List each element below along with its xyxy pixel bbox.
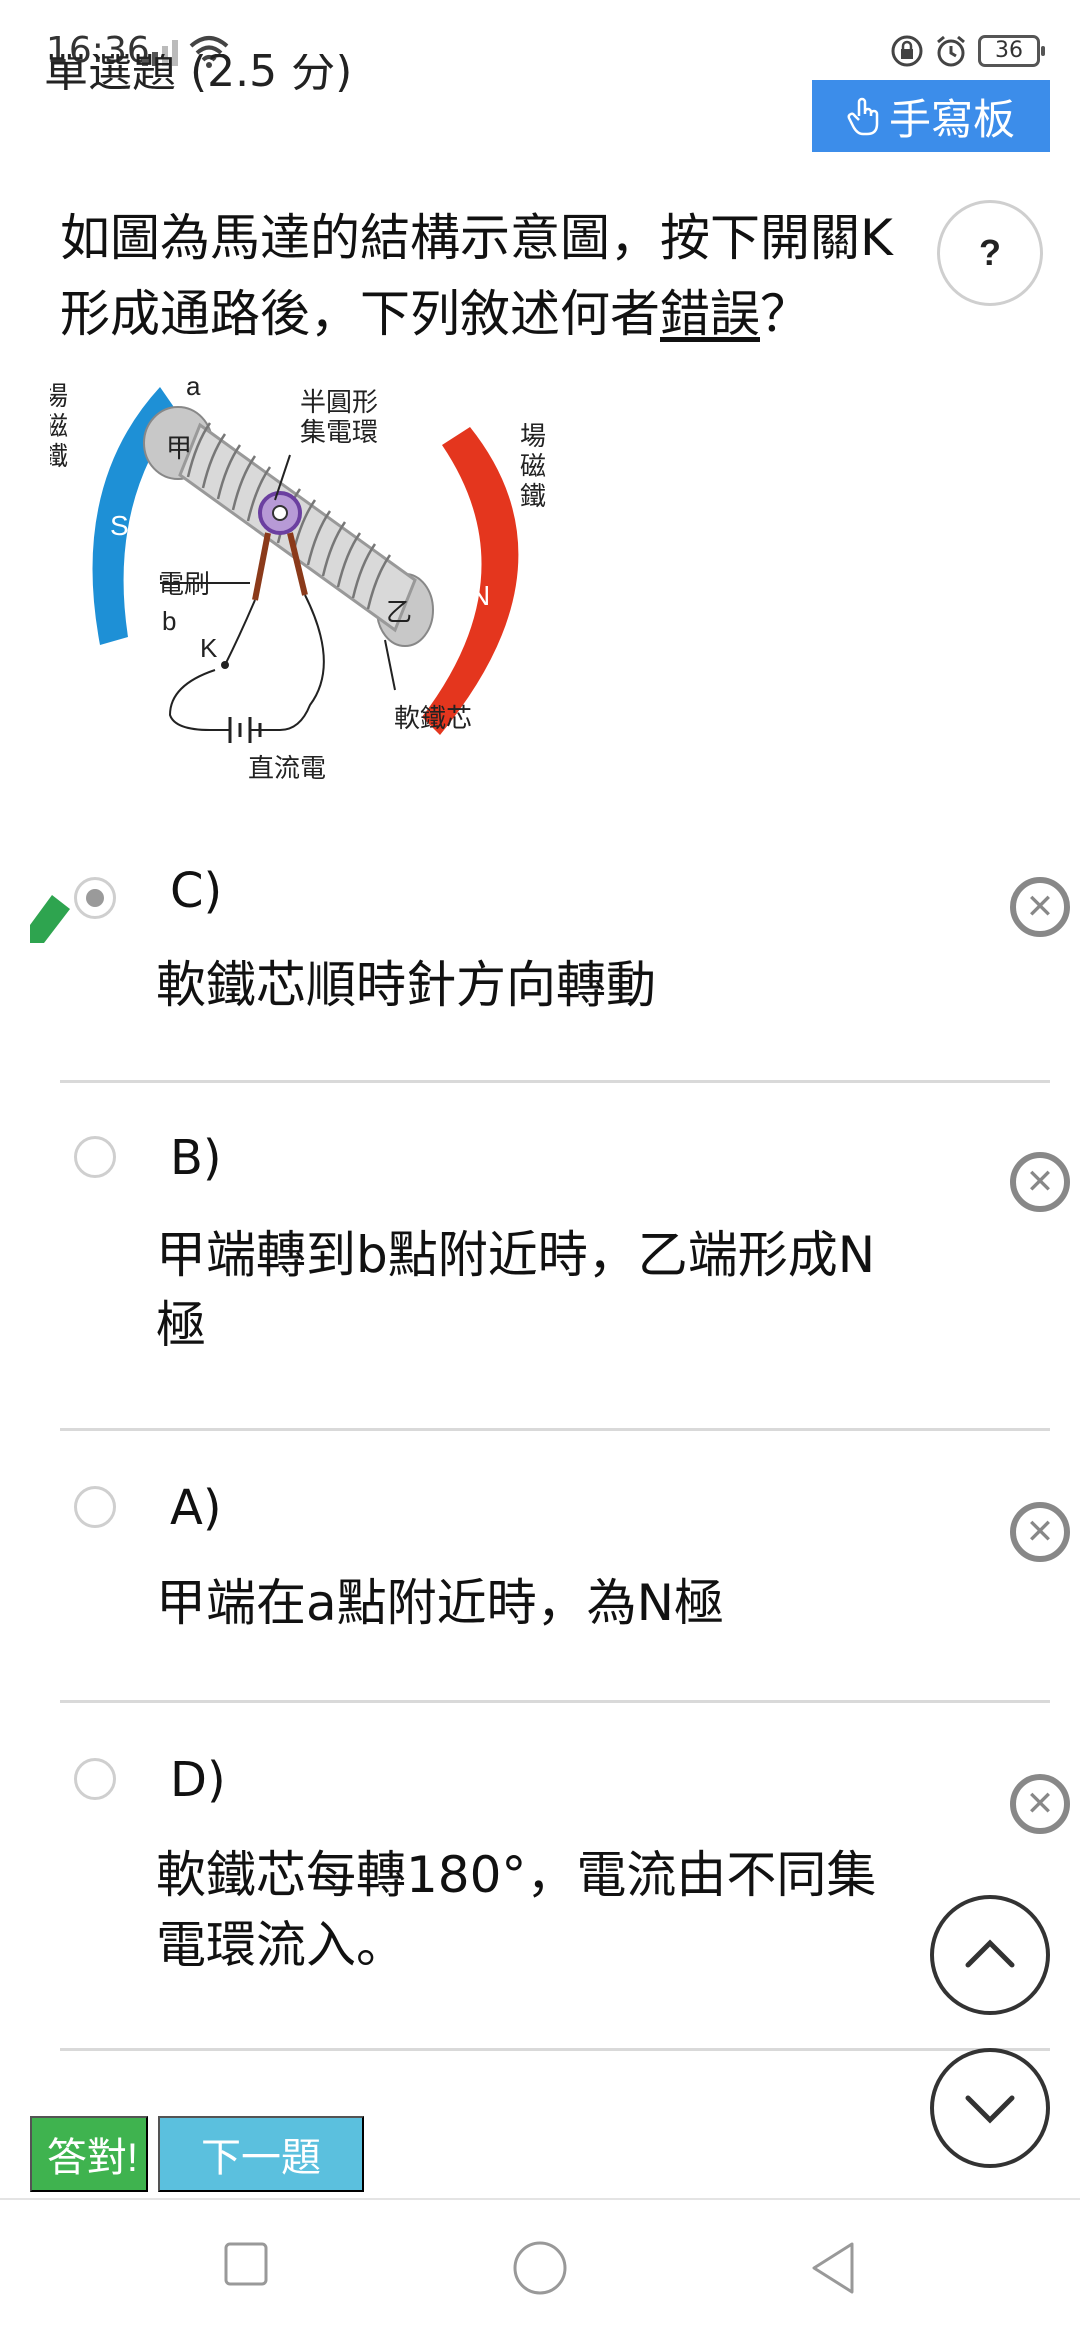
option-c-radio[interactable] bbox=[74, 877, 116, 919]
core-label: 軟鐵芯 bbox=[394, 703, 472, 733]
left-magnet-label-2: 磁 bbox=[50, 411, 68, 441]
status-icons: 36 bbox=[890, 34, 1045, 68]
question-text-underlined: 錯誤 bbox=[660, 285, 760, 343]
divider bbox=[60, 1700, 1050, 1703]
option-d[interactable]: D) 軟鐵芯每轉180°，電流由不同集電環流入。 ✕ bbox=[60, 1752, 1070, 2042]
brush-label: 電刷 bbox=[158, 569, 210, 599]
left-pole-label: S bbox=[110, 510, 129, 541]
option-d-remove-icon[interactable]: ✕ bbox=[1010, 1774, 1070, 1834]
right-magnet-label-3: 鐵 bbox=[520, 481, 546, 511]
divider bbox=[60, 2048, 1050, 2051]
question-text: 如圖為馬達的結構示意圖，按下開關K形成通路後，下列敘述何者錯誤？ bbox=[60, 200, 920, 352]
option-a-text: 甲端在a點附近時，為N極 bbox=[156, 1574, 725, 1632]
option-c-letter: C) bbox=[170, 863, 223, 919]
end-jia-label: 甲 bbox=[166, 433, 192, 463]
option-b[interactable]: B) 甲端轉到b點附近時，乙端形成N極 ✕ bbox=[60, 1130, 1070, 1430]
divider bbox=[60, 1428, 1050, 1431]
question-type-label: 單選題 (2.5 分) bbox=[44, 54, 353, 97]
option-b-letter: B) bbox=[170, 1130, 222, 1186]
alarm-icon bbox=[937, 35, 965, 67]
option-c-remove-icon[interactable]: ✕ bbox=[1010, 877, 1070, 937]
chevron-up-icon bbox=[965, 1939, 1015, 1968]
option-b-remove-icon[interactable]: ✕ bbox=[1010, 1152, 1070, 1212]
chevron-down-icon bbox=[965, 2095, 1015, 2124]
option-a[interactable]: A) 甲端在a點附近時，為N極 ✕ bbox=[60, 1480, 1070, 1700]
left-magnet-label-3: 鐵 bbox=[50, 441, 68, 471]
recent-apps-icon[interactable] bbox=[222, 2240, 270, 2288]
option-c-text: 軟鐵芯順時針方向轉動 bbox=[156, 956, 656, 1014]
navigation-bar bbox=[0, 2198, 1080, 2340]
scroll-up-button[interactable] bbox=[930, 1895, 1050, 2015]
commutator-label-2: 集電環 bbox=[300, 417, 378, 447]
hand-pointer-icon bbox=[847, 97, 879, 136]
point-a-label: a bbox=[186, 371, 201, 401]
dc-label: 直流電 bbox=[248, 753, 326, 783]
scroll-down-button[interactable] bbox=[930, 2048, 1050, 2168]
right-magnet-label-2: 磁 bbox=[520, 451, 546, 481]
option-a-letter: A) bbox=[170, 1480, 222, 1536]
option-b-text: 甲端轉到b點附近時，乙端形成N極 bbox=[156, 1226, 876, 1354]
motor-diagram: S N 場 磁 鐵 場 磁 鐵 a b 甲 乙 半圓形 集電環 電刷 K 直流電… bbox=[50, 371, 546, 783]
end-yi-label: 乙 bbox=[386, 597, 412, 627]
divider bbox=[60, 1080, 1050, 1083]
commutator-label-1: 半圓形 bbox=[300, 387, 378, 417]
back-icon[interactable] bbox=[808, 2240, 858, 2296]
next-question-button[interactable]: 下一題 bbox=[158, 2116, 364, 2192]
home-icon[interactable] bbox=[512, 2240, 568, 2296]
option-c[interactable]: C) 軟鐵芯順時針方向轉動 ✕ bbox=[60, 855, 1070, 1070]
lock-rotation-icon bbox=[891, 35, 923, 67]
answer-correct-button[interactable]: 答對! bbox=[30, 2116, 148, 2192]
right-magnet-label-1: 場 bbox=[520, 421, 546, 451]
help-button[interactable]: ? bbox=[937, 200, 1043, 306]
right-pole-label: N bbox=[470, 580, 490, 611]
left-magnet-label-1: 場 bbox=[50, 381, 68, 411]
brush-left bbox=[252, 532, 271, 601]
coil bbox=[178, 422, 417, 633]
option-a-radio[interactable] bbox=[74, 1486, 116, 1528]
option-d-radio[interactable] bbox=[74, 1758, 116, 1800]
option-b-radio[interactable] bbox=[74, 1136, 116, 1178]
option-d-letter: D) bbox=[170, 1752, 226, 1808]
handwrite-label: 手寫板 bbox=[888, 95, 1015, 143]
point-b-label: b bbox=[162, 606, 176, 636]
option-a-remove-icon[interactable]: ✕ bbox=[1010, 1502, 1070, 1562]
switch-label: K bbox=[200, 633, 218, 663]
option-d-text: 軟鐵芯每轉180°，電流由不同集電環流入。 bbox=[156, 1846, 877, 1974]
question-text-after: ？ bbox=[760, 285, 810, 343]
handwrite-button[interactable]: 手寫板 bbox=[812, 80, 1050, 152]
battery-indicator: 36 bbox=[978, 35, 1045, 67]
